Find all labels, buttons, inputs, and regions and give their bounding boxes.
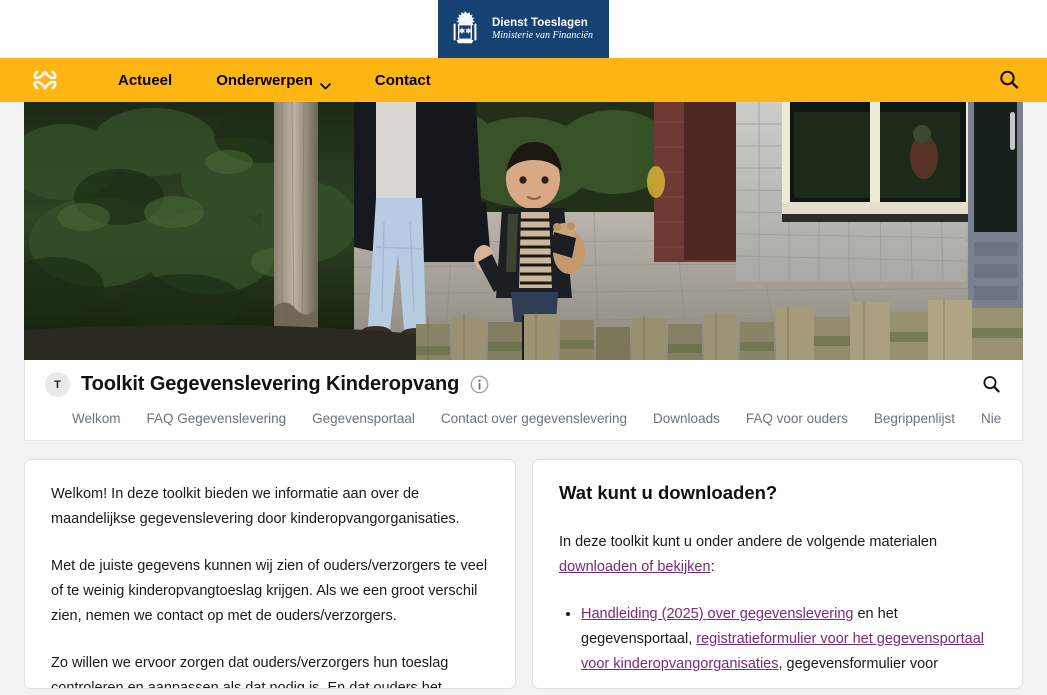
tab-faq-gegevenslevering[interactable]: FAQ Gegevenslevering xyxy=(134,407,300,430)
downloads-intro-suffix: : xyxy=(710,558,715,575)
welcome-paragraph-2: Met de juiste gegevens kunnen wij zien o… xyxy=(51,557,488,624)
government-logo-bar: Dienst Toeslagen Ministerie van Financië… xyxy=(0,0,1047,58)
downloads-intro-text: In deze toolkit kunt u onder andere de v… xyxy=(559,534,938,550)
welcome-paragraph-3: Zo willen we ervoor zorgen dat ouders/ve… xyxy=(51,654,449,689)
hero-image xyxy=(24,102,1023,360)
content-columns: Welkom! In deze toolkit bieden we inform… xyxy=(24,459,1023,689)
chevron-down-icon xyxy=(320,77,331,89)
tab-contact-over-gegevenslevering[interactable]: Contact over gegevenslevering xyxy=(428,407,640,430)
title-row: T Toolkit Gegevenslevering Kinderopvang xyxy=(45,372,1002,407)
tab-downloads[interactable]: Downloads xyxy=(640,407,733,430)
downloads-intro: In deze toolkit kunt u onder andere de v… xyxy=(559,530,996,580)
tab-faq-voor-ouders[interactable]: FAQ voor ouders xyxy=(733,407,861,430)
tab-nieuwsbrieven[interactable]: Nieuwsbrieven xyxy=(968,407,1002,430)
page-title: Toolkit Gegevenslevering Kinderopvang xyxy=(81,373,460,395)
logo-organisation: Dienst Toeslagen xyxy=(491,16,588,29)
handleiding-link[interactable]: Handleiding (2025) over gegevenslevering xyxy=(581,606,853,622)
nav-link-label: Actueel xyxy=(118,71,173,89)
dutch-government-crest-icon xyxy=(448,7,482,51)
page-content: T Toolkit Gegevenslevering Kinderopvang … xyxy=(0,102,1047,689)
info-circle-icon[interactable] xyxy=(470,375,489,394)
main-navbar: Actueel Onderwerpen Contact xyxy=(0,58,1047,102)
tab-gegevensportaal[interactable]: Gegevensportaal xyxy=(299,407,428,430)
toolkit-header-card: T Toolkit Gegevenslevering Kinderopvang … xyxy=(24,360,1023,441)
welcome-paragraph-1: Welkom! In deze toolkit bieden we inform… xyxy=(51,486,460,527)
list-item: Handleiding (2025) over gegevenslevering… xyxy=(581,602,996,677)
nav-link-contact[interactable]: Contact xyxy=(353,72,453,89)
nav-link-label: Onderwerpen xyxy=(216,71,313,89)
search-icon[interactable] xyxy=(981,374,1002,395)
bullet-text-2: , gegevensformulier voor xyxy=(778,655,939,672)
downloads-card: Wat kunt u downloaden? In deze toolkit k… xyxy=(532,459,1023,689)
welcome-card: Welkom! In deze toolkit bieden we inform… xyxy=(24,459,516,689)
avatar: T xyxy=(45,372,70,397)
downloads-list: Handleiding (2025) over gegevenslevering… xyxy=(559,602,996,677)
tab-begrippenlijst[interactable]: Begrippenlijst xyxy=(861,407,968,430)
knot-logo-icon[interactable] xyxy=(30,65,60,95)
tab-welkom[interactable]: Welkom xyxy=(45,407,134,430)
logo-block: Dienst Toeslagen Ministerie van Financië… xyxy=(437,0,610,58)
nav-link-actueel[interactable]: Actueel xyxy=(96,72,194,89)
toolkit-tabs: Welkom FAQ Gegevenslevering Gegevensport… xyxy=(45,407,1002,440)
nav-link-onderwerpen[interactable]: Onderwerpen xyxy=(194,72,353,89)
search-icon[interactable] xyxy=(997,68,1021,92)
nav-links: Actueel Onderwerpen Contact xyxy=(96,72,453,89)
downloaden-of-bekijken-link[interactable]: downloaden of bekijken xyxy=(559,559,711,575)
logo-ministry: Ministerie van Financiën xyxy=(491,29,594,41)
downloads-heading: Wat kunt u downloaden? xyxy=(559,482,778,503)
logo-text: Dienst Toeslagen Ministerie van Financië… xyxy=(492,16,593,43)
nav-link-label: Contact xyxy=(374,71,431,89)
